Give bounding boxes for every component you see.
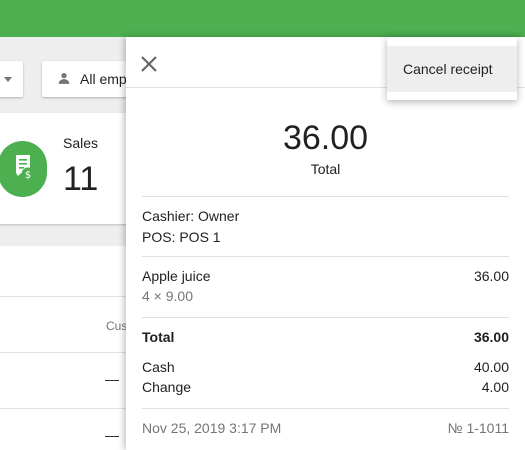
divider bbox=[142, 317, 509, 318]
receipt-dollar-icon: $ bbox=[16, 155, 34, 181]
summary-total-label: Total bbox=[142, 329, 175, 345]
chevron-down-icon bbox=[4, 77, 12, 82]
pos-info: POS: POS 1 bbox=[142, 229, 221, 245]
app-top-bar bbox=[0, 0, 525, 37]
sales-value: 11 bbox=[63, 160, 99, 198]
item-name: Apple juice bbox=[142, 268, 211, 284]
receipt-number: № 1-1011 bbox=[447, 420, 509, 436]
divider bbox=[142, 196, 509, 197]
change-value: 4.00 bbox=[481, 379, 509, 395]
cancel-receipt-menu-item[interactable]: Cancel receipt bbox=[387, 46, 517, 92]
receipt-datetime: Nov 25, 2019 3:17 PM bbox=[142, 420, 282, 436]
divider bbox=[142, 408, 509, 409]
receipt-total-label: Total bbox=[310, 161, 341, 177]
svg-text:$: $ bbox=[25, 170, 31, 181]
cash-label: Cash bbox=[142, 359, 175, 375]
summary-total-value: 36.00 bbox=[473, 329, 509, 345]
cashier-info: Cashier: Owner bbox=[142, 208, 240, 224]
table-divider bbox=[0, 352, 128, 353]
person-icon bbox=[58, 73, 70, 84]
sales-badge: $ bbox=[0, 141, 47, 197]
cash-value: 40.00 bbox=[473, 359, 509, 375]
sales-label: Sales bbox=[63, 135, 99, 151]
table-row-customer[interactable]: — bbox=[105, 371, 119, 387]
table-divider bbox=[0, 296, 128, 297]
table-row-customer[interactable]: — bbox=[105, 427, 119, 443]
item-qty-price: 4 × 9.00 bbox=[142, 288, 193, 304]
item-amount: 36.00 bbox=[473, 268, 509, 284]
divider bbox=[142, 256, 509, 257]
table-divider bbox=[0, 408, 128, 409]
receipt-total-amount: 36.00 bbox=[282, 119, 369, 157]
close-icon[interactable] bbox=[140, 55, 158, 73]
change-label: Change bbox=[142, 379, 192, 395]
receipts-table bbox=[0, 246, 128, 450]
receipt-actions-menu: Cancel receipt bbox=[387, 37, 517, 100]
date-filter-dropdown[interactable] bbox=[0, 61, 23, 97]
